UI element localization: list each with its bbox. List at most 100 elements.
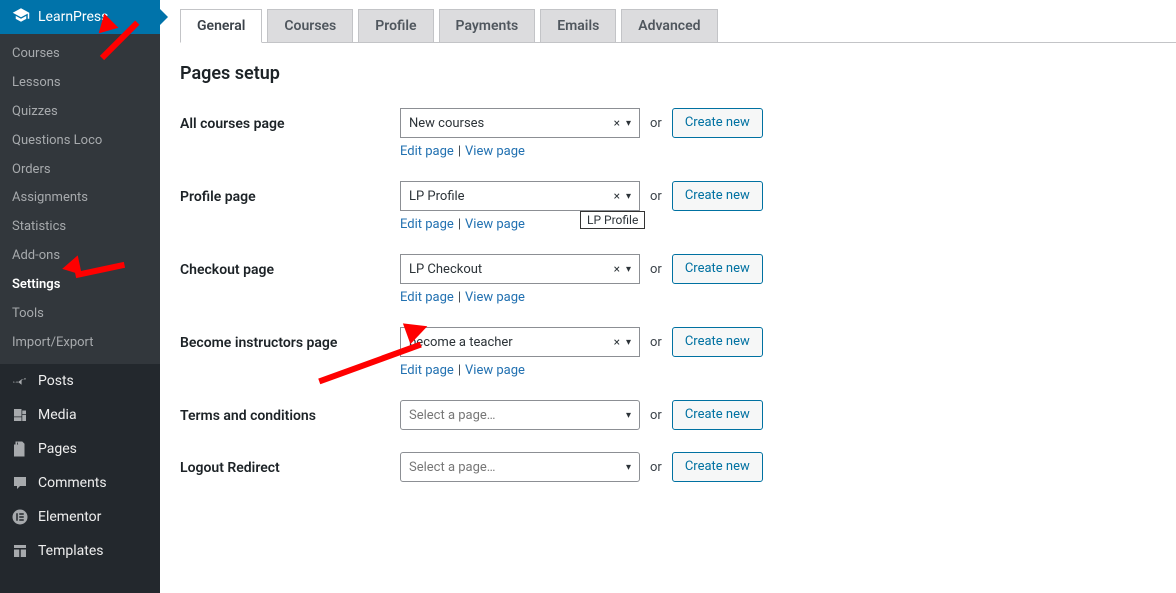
sidebar-item-settings[interactable]: Settings — [0, 271, 160, 300]
view-page-link[interactable]: View page — [465, 363, 525, 378]
select-value: New courses — [409, 116, 484, 131]
chevron-down-icon: ▾ — [622, 410, 631, 421]
setting-field: become a teacher×▾orCreate newEdit page|… — [400, 327, 1156, 378]
tooltip: LP Profile — [580, 211, 645, 229]
setting-field: Select a page… ▾ or Create new — [400, 452, 1156, 482]
select-value: become a teacher — [409, 335, 513, 350]
sidebar-item-assignments[interactable]: Assignments — [0, 184, 160, 213]
view-page-link[interactable]: View page — [465, 144, 525, 159]
clear-icon[interactable]: × — [612, 189, 622, 203]
sidebar-item-add-ons[interactable]: Add-ons — [0, 242, 160, 271]
sidebar-item-comments[interactable]: Comments — [0, 466, 160, 500]
media-icon — [10, 405, 30, 425]
view-page-link[interactable]: View page — [465, 217, 525, 232]
setting-row: Checkout page LP Checkout ×▾ or Create new Ed… — [180, 254, 1156, 305]
setting-field: New courses×▾orCreate newEdit page|View … — [400, 108, 1156, 159]
sidebar-item-statistics[interactable]: Statistics — [0, 213, 160, 242]
setting-label: Checkout page — [180, 254, 400, 278]
select-value: LP Checkout — [409, 262, 482, 277]
sidebar-item-label: Media — [38, 407, 77, 423]
sidebar-item-orders[interactable]: Orders — [0, 156, 160, 185]
sidebar-item-elementor[interactable]: Elementor — [0, 500, 160, 534]
sidebar-item-courses[interactable]: Courses — [0, 40, 160, 69]
comments-icon — [10, 473, 30, 493]
select-value: Select a page… — [409, 408, 496, 423]
setting-row: Logout Redirect Select a page… ▾ or Create n… — [180, 452, 1156, 482]
create-new-button[interactable]: Create new — [672, 254, 763, 284]
page-select[interactable]: Select a page… ▾ — [400, 452, 640, 482]
tab-emails[interactable]: Emails — [540, 9, 616, 42]
graduation-cap-icon — [12, 6, 30, 28]
panel-heading: Pages setup — [180, 63, 1156, 84]
sidebar-item-import-export[interactable]: Import/Export — [0, 329, 160, 358]
clear-icon[interactable]: × — [612, 335, 622, 349]
or-text: or — [650, 116, 662, 131]
sidebar-item-label: Pages — [38, 441, 77, 457]
setting-row: Become instructors page become a teacher ×… — [180, 327, 1156, 378]
chevron-down-icon: ▾ — [622, 191, 631, 202]
tab-advanced[interactable]: Advanced — [621, 9, 717, 42]
admin-sidebar: LearnPress CoursesLessonsQuizzesQuestion… — [0, 0, 160, 593]
templates-icon — [10, 541, 30, 561]
page-action-links: Edit page|View page — [400, 217, 1156, 232]
edit-page-link[interactable]: Edit page — [400, 363, 454, 378]
sidebar-plugin-title: LearnPress — [38, 9, 108, 25]
sidebar-item-templates[interactable]: Templates — [0, 534, 160, 568]
create-new-button[interactable]: Create new — [672, 400, 763, 430]
clear-icon[interactable]: × — [612, 116, 622, 130]
setting-row: All courses page New courses ×▾ or Create ne… — [180, 108, 1156, 159]
setting-label: Profile page — [180, 181, 400, 205]
tab-profile[interactable]: Profile — [358, 9, 433, 42]
setting-label: Terms and conditions — [180, 400, 400, 424]
edit-page-link[interactable]: Edit page — [400, 290, 454, 305]
setting-label: All courses page — [180, 108, 400, 132]
edit-page-link[interactable]: Edit page — [400, 217, 454, 232]
edit-page-link[interactable]: Edit page — [400, 144, 454, 159]
sidebar-item-tools[interactable]: Tools — [0, 300, 160, 329]
or-text: or — [650, 335, 662, 350]
view-page-link[interactable]: View page — [465, 290, 525, 305]
or-text: or — [650, 189, 662, 204]
or-text: or — [650, 408, 662, 423]
setting-label: Become instructors page — [180, 327, 400, 351]
page-select[interactable]: Select a page… ▾ — [400, 400, 640, 430]
sidebar-item-media[interactable]: Media — [0, 398, 160, 432]
sidebar-main-menu: Posts Media Pages Comments Elementor Template… — [0, 364, 160, 568]
chevron-down-icon: ▾ — [622, 462, 631, 473]
page-select[interactable]: LP Profile ×▾ — [400, 181, 640, 211]
or-text: or — [650, 262, 662, 277]
sidebar-item-pages[interactable]: Pages — [0, 432, 160, 466]
page-action-links: Edit page|View page — [400, 290, 1156, 305]
chevron-down-icon: ▾ — [622, 337, 631, 348]
sidebar-item-questions-loco[interactable]: Questions Loco — [0, 127, 160, 156]
tab-payments[interactable]: Payments — [439, 9, 536, 42]
page-select[interactable]: LP Checkout ×▾ — [400, 254, 640, 284]
sidebar-item-posts[interactable]: Posts — [0, 364, 160, 398]
sidebar-item-label: Comments — [38, 475, 107, 491]
sidebar-plugin-header[interactable]: LearnPress — [0, 0, 160, 34]
create-new-button[interactable]: Create new — [672, 452, 763, 482]
sidebar-item-lessons[interactable]: Lessons — [0, 69, 160, 98]
tab-general[interactable]: General — [180, 9, 262, 43]
settings-tabs: GeneralCoursesProfilePaymentsEmailsAdvan… — [180, 9, 1176, 43]
settings-panel: Pages setup All courses page New courses ×… — [160, 43, 1176, 524]
chevron-down-icon: ▾ — [622, 264, 631, 275]
or-text: or — [650, 460, 662, 475]
page-select[interactable]: New courses ×▾ — [400, 108, 640, 138]
select-value: LP Profile — [409, 189, 465, 204]
chevron-down-icon: ▾ — [622, 118, 631, 129]
setting-field: LP Checkout ×▾ or Create new Edit page|View … — [400, 254, 1156, 305]
select-value: Select a page… — [409, 460, 496, 475]
content-area: GeneralCoursesProfilePaymentsEmailsAdvan… — [160, 0, 1176, 593]
create-new-button[interactable]: Create new — [672, 327, 763, 357]
tab-courses[interactable]: Courses — [267, 9, 353, 42]
sidebar-submenu: CoursesLessonsQuizzesQuestions LocoOrder… — [0, 34, 160, 364]
pages-icon — [10, 439, 30, 459]
create-new-button[interactable]: Create new — [672, 108, 763, 138]
sidebar-item-quizzes[interactable]: Quizzes — [0, 98, 160, 127]
sidebar-item-label: Templates — [38, 543, 104, 559]
clear-icon[interactable]: × — [612, 262, 622, 276]
create-new-button[interactable]: Create new — [672, 181, 763, 211]
setting-label: Logout Redirect — [180, 452, 400, 476]
page-select[interactable]: become a teacher ×▾ — [400, 327, 640, 357]
